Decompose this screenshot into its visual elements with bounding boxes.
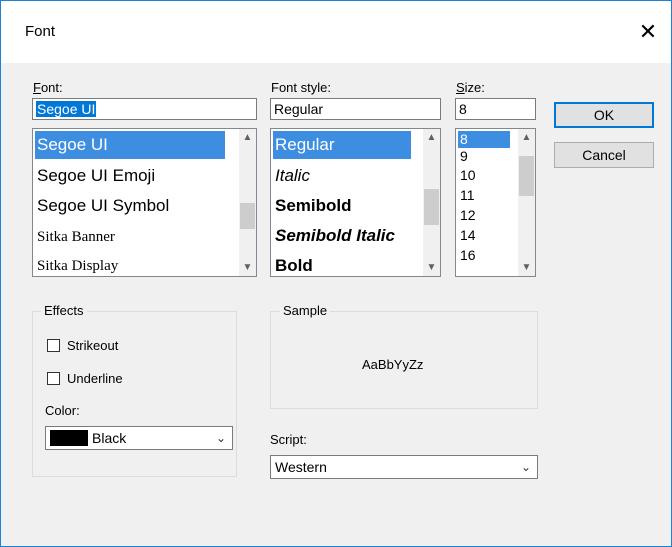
style-list-scrollbar[interactable]: ▲ ▼ — [423, 129, 440, 276]
list-item[interactable]: 16 — [458, 247, 476, 264]
sample-title: Sample — [280, 303, 331, 318]
window-title: Font — [25, 23, 56, 40]
effects-title: Effects — [41, 303, 87, 318]
list-item[interactable]: Segoe UI — [35, 131, 225, 159]
scrollbar-thumb[interactable] — [519, 156, 534, 196]
list-item[interactable]: 11 — [458, 187, 475, 204]
close-icon[interactable]: ✕ — [625, 15, 671, 49]
chevron-down-icon[interactable]: ⌄ — [216, 427, 226, 449]
underline-label[interactable]: Underline — [67, 371, 123, 386]
list-item[interactable]: 10 — [458, 167, 476, 184]
list-item[interactable]: 14 — [458, 227, 476, 244]
list-item[interactable]: Semibold Italic — [273, 222, 423, 250]
chevron-down-icon[interactable]: ▼ — [423, 259, 440, 276]
list-item[interactable]: Semibold — [273, 192, 352, 220]
ok-button[interactable]: OK — [554, 102, 654, 128]
effects-group — [32, 311, 237, 477]
font-name-value: Segoe UI — [36, 101, 97, 117]
font-label: Font: — [33, 80, 63, 95]
font-style-input[interactable]: Regular — [270, 98, 441, 120]
color-swatch — [50, 430, 88, 446]
chevron-down-icon[interactable]: ▼ — [239, 259, 256, 276]
font-dialog: Font ✕ Font: Segoe UI Segoe UI Segoe UI … — [0, 0, 672, 547]
size-value: 8 — [459, 101, 467, 117]
list-item[interactable]: Italic — [273, 162, 310, 190]
cancel-button[interactable]: Cancel — [554, 142, 654, 168]
font-style-list[interactable]: Regular Italic Semibold Semibold Italic … — [270, 128, 441, 277]
list-item[interactable]: Bold — [273, 252, 313, 276]
sample-text: AaBbYyZz — [362, 357, 424, 372]
list-item[interactable]: Segoe UI Symbol — [35, 192, 169, 220]
strikeout-checkbox[interactable] — [47, 339, 60, 352]
list-item[interactable]: Segoe UI Emoji — [35, 162, 155, 190]
scrollbar-thumb[interactable] — [240, 203, 255, 229]
font-list[interactable]: Segoe UI Segoe UI Emoji Segoe UI Symbol … — [32, 128, 257, 277]
size-label: Size: — [456, 80, 485, 95]
font-list-scrollbar[interactable]: ▲ ▼ — [239, 129, 256, 276]
script-value: Western — [275, 459, 327, 475]
chevron-up-icon[interactable]: ▲ — [239, 129, 256, 146]
size-list[interactable]: 8 9 10 11 12 14 16 ▲ ▼ — [455, 128, 536, 277]
list-item[interactable]: Regular — [273, 131, 411, 159]
list-item[interactable]: 8 — [458, 131, 510, 148]
chevron-down-icon[interactable]: ▼ — [518, 259, 535, 276]
title-bar: Font ✕ — [1, 1, 671, 63]
list-item[interactable]: 12 — [458, 207, 476, 224]
font-name-input[interactable]: Segoe UI — [32, 98, 257, 120]
color-value: Black — [92, 430, 127, 446]
size-input[interactable]: 8 — [455, 98, 536, 120]
script-dropdown[interactable]: Western ⌄ — [270, 455, 538, 479]
size-list-scrollbar[interactable]: ▲ ▼ — [518, 129, 535, 276]
strikeout-label[interactable]: Strikeout — [67, 338, 118, 353]
underline-checkbox[interactable] — [47, 372, 60, 385]
color-label: Color: — [45, 403, 80, 418]
color-dropdown[interactable]: Black ⌄ — [45, 426, 233, 450]
font-style-value: Regular — [274, 101, 324, 117]
list-item[interactable]: 9 — [458, 148, 468, 165]
list-item[interactable]: Sitka Display — [35, 252, 118, 276]
chevron-down-icon[interactable]: ⌄ — [521, 456, 531, 478]
font-style-label: Font style: — [271, 80, 331, 95]
chevron-up-icon[interactable]: ▲ — [423, 129, 440, 146]
scrollbar-thumb[interactable] — [424, 189, 439, 225]
script-label: Script: — [270, 432, 307, 447]
list-item[interactable]: Sitka Banner — [35, 223, 115, 251]
chevron-up-icon[interactable]: ▲ — [518, 129, 535, 146]
